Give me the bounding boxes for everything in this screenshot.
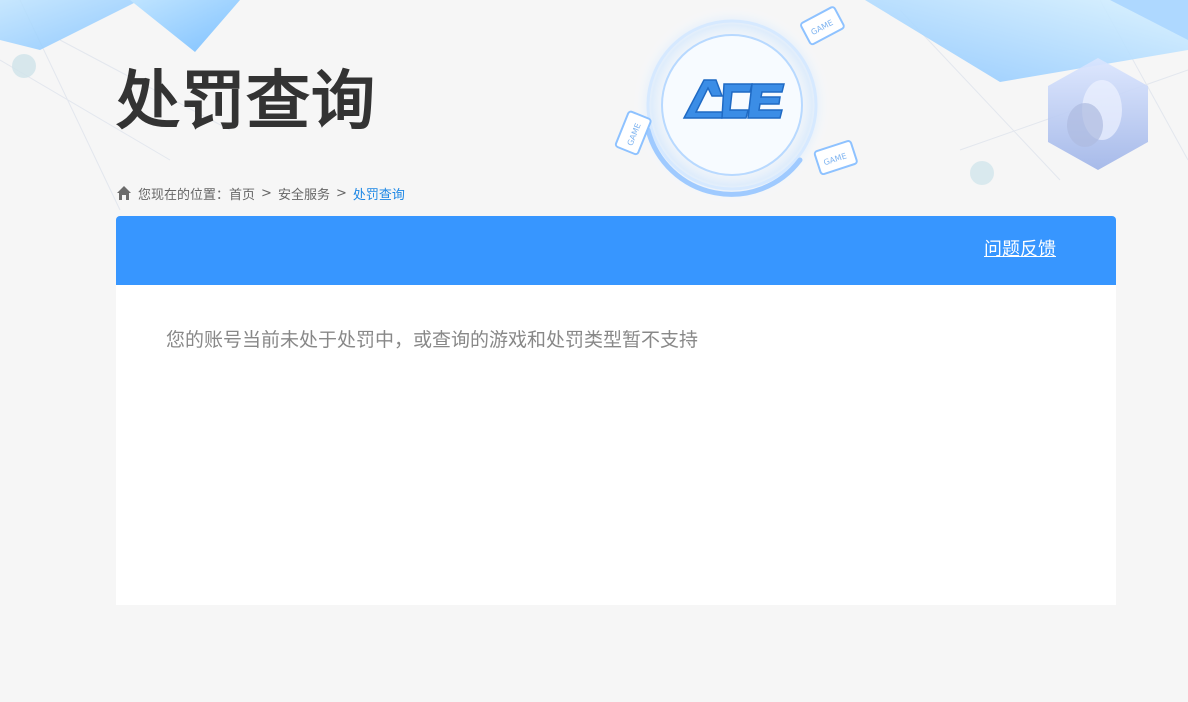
result-message: 您的账号当前未处于处罚中，或查询的游戏和处罚类型暂不支持 <box>166 329 699 351</box>
breadcrumb-item-security-services[interactable]: 安全服务 <box>278 184 330 203</box>
page: GAME GAME GAME 处罚查询 您现在的位置： 首页 > 安全服务 > … <box>0 0 1188 702</box>
home-icon <box>117 186 131 200</box>
page-title: 处罚查询 <box>116 65 376 139</box>
result-panel: 问题反馈 您的账号当前未处于处罚中，或查询的游戏和处罚类型暂不支持 <box>116 216 1116 605</box>
panel-header: 问题反馈 <box>116 216 1116 285</box>
breadcrumb-item-home[interactable]: 首页 <box>229 184 255 203</box>
feedback-link[interactable]: 问题反馈 <box>984 238 1056 262</box>
breadcrumb-item-current: 处罚查询 <box>352 187 405 203</box>
breadcrumb-prefix: 您现在的位置： <box>138 187 230 203</box>
breadcrumb: 您现在的位置： 首页 > 安全服务 > 处罚查询 <box>116 183 405 203</box>
breadcrumb-separator: > <box>261 185 272 201</box>
breadcrumb-separator: > <box>335 185 347 201</box>
